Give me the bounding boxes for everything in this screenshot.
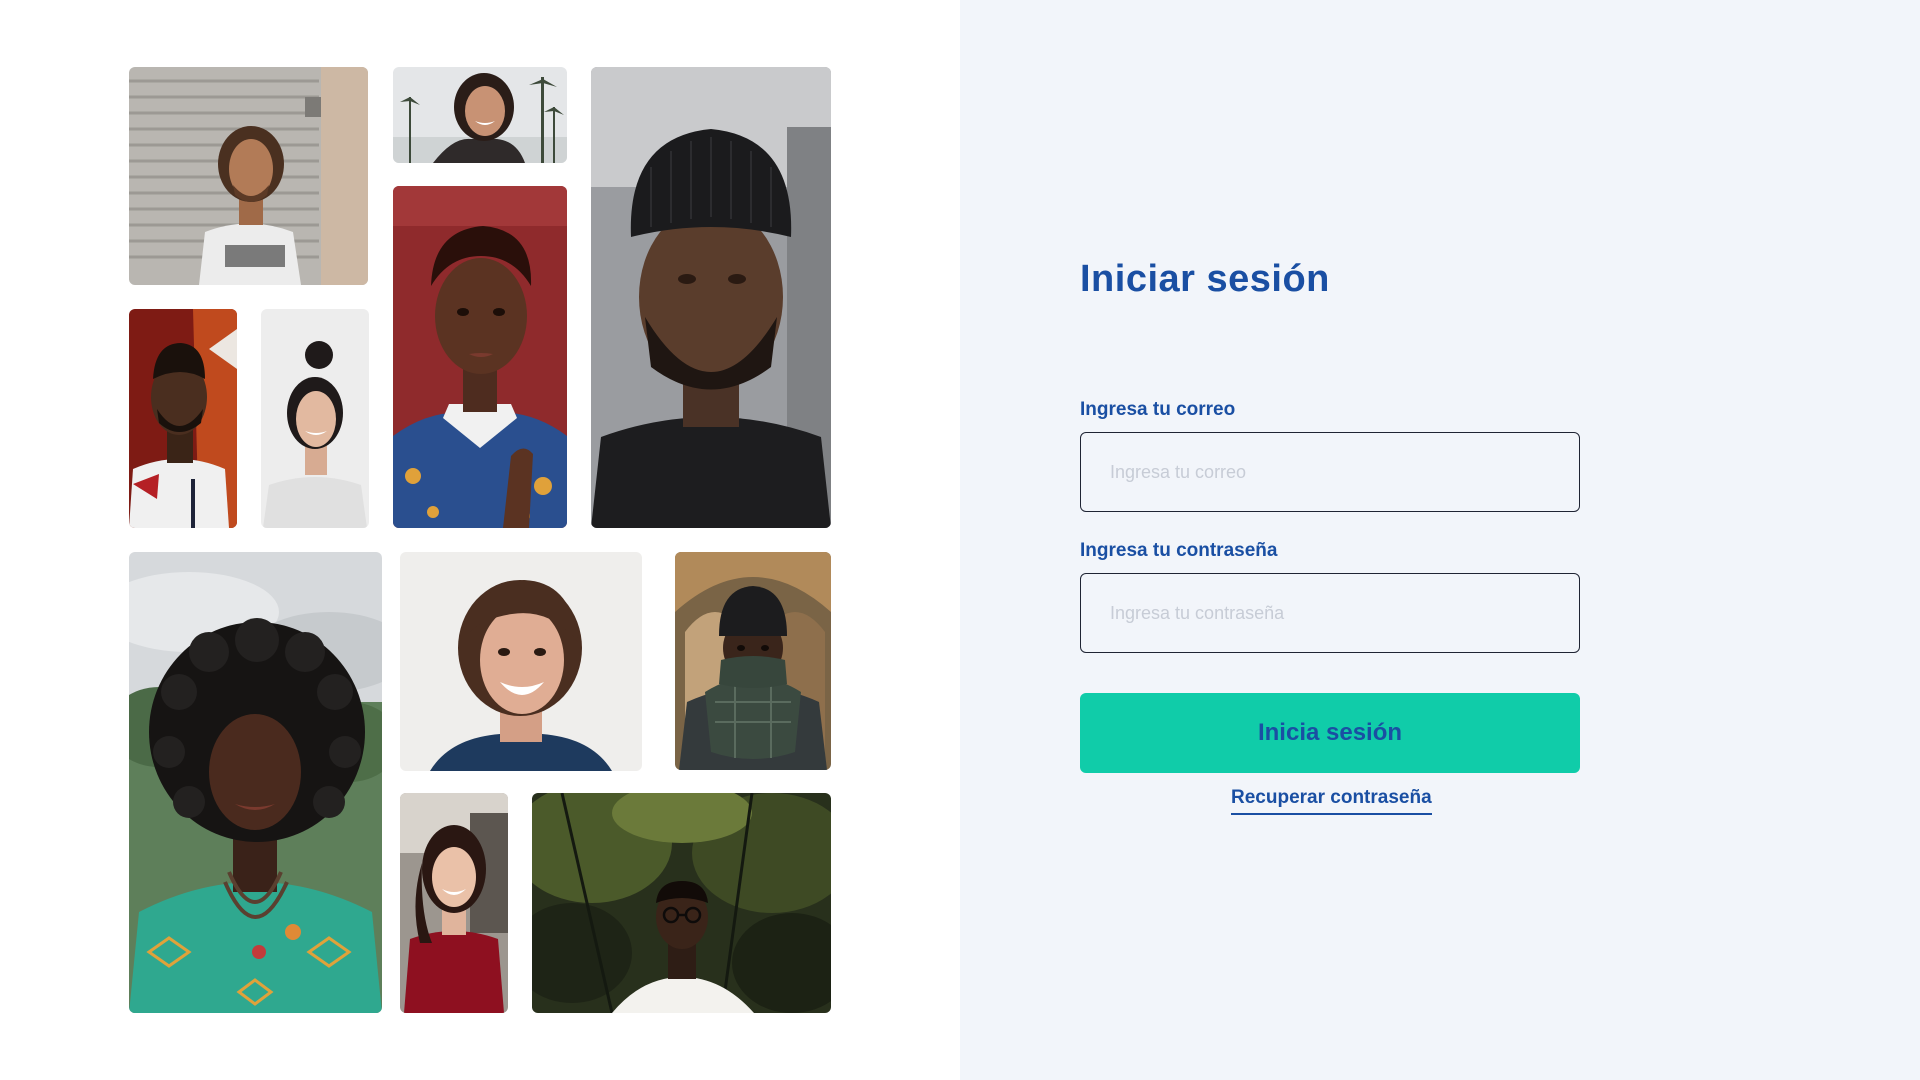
password-label: Ingresa tu contraseña: [1080, 540, 1278, 561]
portrait-man-glasses-forest-photo: [532, 793, 831, 1013]
portrait-person-smiling-photo: [400, 552, 642, 771]
recover-password-link[interactable]: Recuperar contraseña: [1231, 787, 1432, 815]
portrait-woman-curly-hair-photo: [129, 552, 382, 1013]
portrait-woman-laughing-palms-photo: [393, 67, 567, 163]
login-button[interactable]: Inicia sesión: [1080, 693, 1580, 773]
email-label: Ingresa tu correo: [1080, 399, 1236, 420]
password-field[interactable]: [1080, 573, 1580, 653]
page-title: Iniciar sesión: [1080, 258, 1330, 300]
email-field[interactable]: [1080, 432, 1580, 512]
portrait-man-scarf-photo: [675, 552, 831, 770]
portrait-woman-bun-photo: [261, 309, 369, 528]
photo-collage: [0, 0, 960, 1080]
portrait-woman-red-sweater-photo: [400, 793, 508, 1013]
portrait-man-beanie-beard-photo: [591, 67, 831, 528]
login-panel: Iniciar sesión Ingresa tu correo Ingresa…: [960, 0, 1920, 1080]
portrait-man-beard-photo: [129, 309, 237, 528]
portrait-man-dreadlocks-photo: [129, 67, 368, 285]
portrait-woman-short-hair-photo: [393, 186, 567, 528]
